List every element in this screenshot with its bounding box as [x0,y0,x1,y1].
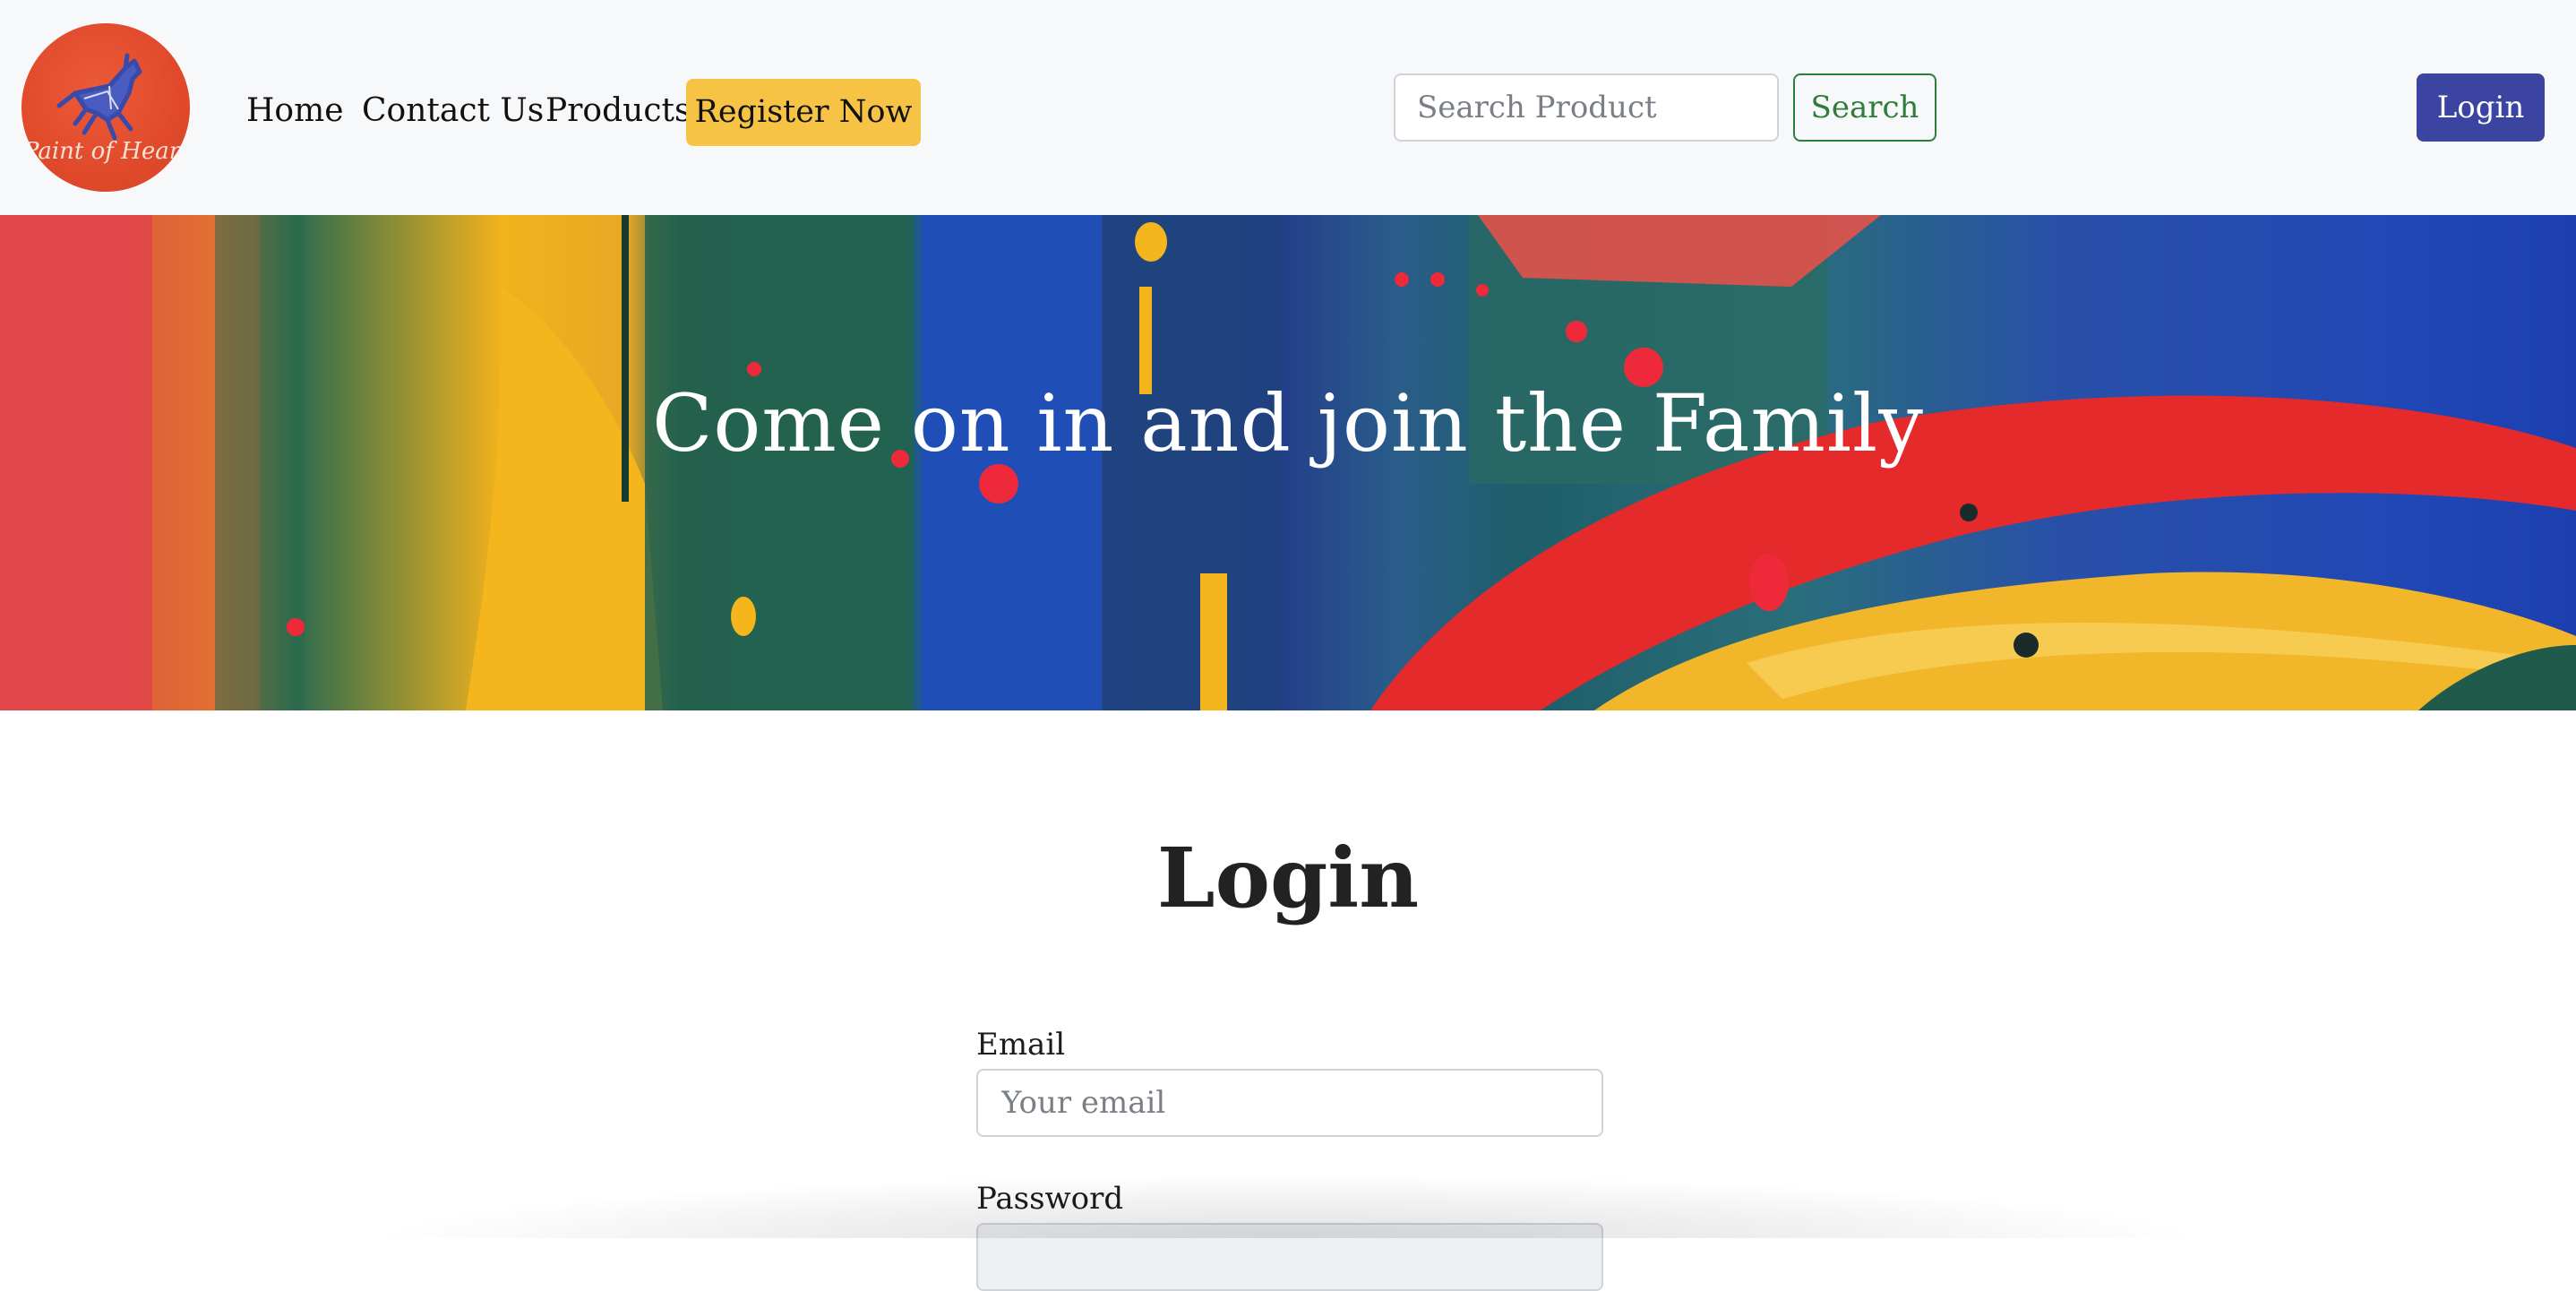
top-navbar: Paint of Hearts Home Contact Us Products… [0,0,2576,215]
navbar-login-button[interactable]: Login [2417,73,2545,142]
register-now-button[interactable]: Register Now [686,79,921,146]
search-button[interactable]: Search [1793,73,1936,142]
nav-link-home[interactable]: Home [246,90,344,133]
brand-logo[interactable]: Paint of Hearts [21,23,190,192]
search-product-input[interactable] [1394,73,1779,142]
nav-link-products[interactable]: Products [545,90,691,133]
password-field[interactable] [976,1223,1603,1291]
logo-text: Paint of Hearts [23,138,190,165]
horse-logo-icon [56,53,142,141]
nav-link-contact-us[interactable]: Contact Us [362,90,544,133]
password-label: Password [976,1181,1124,1217]
email-field[interactable] [976,1069,1603,1137]
login-page-title: Login [1156,830,1420,926]
hero-banner: Come on in and join the Family [0,215,2576,710]
hero-title: Come on in and join the Family [652,377,1924,469]
email-label: Email [976,1027,1066,1063]
